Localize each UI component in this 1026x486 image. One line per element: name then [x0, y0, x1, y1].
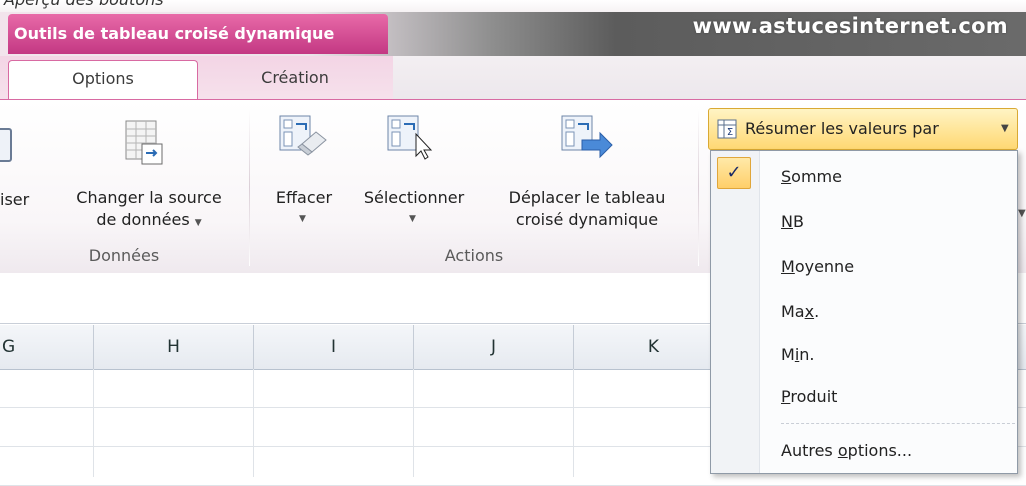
tab-options[interactable]: Options [8, 60, 198, 102]
column-header-i[interactable]: I [254, 325, 414, 369]
group-label-donnees: Données [88, 246, 160, 265]
move-pivot-label-line2: croisé dynamique [515, 210, 659, 229]
top-strip: Aperçu des boutons [0, 0, 1026, 12]
group-label-actions: Actions [444, 246, 504, 265]
menu-item-somme[interactable]: Somme [781, 167, 842, 186]
change-source-label-line2-text: de données [96, 210, 190, 229]
select-button[interactable]: Sélectionner ▼ [348, 108, 480, 240]
eraser-icon [279, 115, 327, 156]
menu-icon-gutter [711, 151, 760, 473]
select-button-label: Sélectionner [363, 188, 465, 207]
menu-item-min[interactable]: Min. [781, 345, 815, 364]
move-table-icon [561, 115, 613, 159]
sigma-table-icon: Σ [717, 119, 737, 139]
dropdown-arrow-icon: ▼ [299, 214, 306, 224]
top-text-fragment: Aperçu des boutons [4, 0, 164, 9]
menu-item-nb[interactable]: NB [781, 212, 804, 231]
summarize-values-label: Résumer les valeurs par [745, 119, 939, 138]
group-separator [698, 108, 699, 266]
grid-line [253, 369, 254, 477]
chevron-down-icon: ▼ [1001, 123, 1009, 134]
grid-line [573, 369, 574, 477]
summarize-values-menu: ✓ Somme NB Moyenne Max. Min. Produit Aut… [710, 150, 1018, 474]
grid-line [413, 369, 414, 477]
checkmark-icon: ✓ [717, 157, 751, 189]
website-watermark: www.astucesinternet.com [692, 14, 1008, 38]
dropdown-arrow-icon: ▼ [194, 218, 202, 228]
menu-separator [781, 423, 1015, 424]
svg-text:Σ: Σ [727, 127, 733, 138]
column-header-h[interactable]: H [94, 325, 254, 369]
change-source-label-line1: Changer la source [76, 188, 222, 207]
grid-line [93, 369, 94, 477]
move-pivot-button[interactable]: Déplacer le tableau croisé dynamique [484, 108, 690, 240]
change-source-icon [125, 120, 163, 165]
clear-button-label: Effacer [275, 188, 333, 207]
refresh-icon[interactable] [0, 128, 12, 162]
column-header-j[interactable]: J [414, 325, 574, 369]
change-source-label-line2: de données ▼ [52, 210, 246, 233]
summarize-values-button[interactable]: Σ Résumer les valeurs par ▼ [708, 108, 1018, 150]
gallery-more-icon[interactable]: ▼ [1018, 208, 1026, 219]
move-pivot-label-line1: Déplacer le tableau [508, 188, 666, 207]
column-header-g[interactable]: G [0, 325, 94, 369]
menu-item-produit[interactable]: Produit [781, 387, 837, 406]
clear-button[interactable]: Effacer ▼ [262, 108, 346, 240]
select-pointer-icon [387, 115, 433, 160]
group-separator [249, 108, 250, 266]
menu-item-moyenne[interactable]: Moyenne [781, 257, 854, 276]
refresh-button-label[interactable]: iser [0, 190, 29, 210]
change-source-button[interactable]: Changer la source de données ▼ [52, 108, 246, 240]
contextual-tab-label: Outils de tableau croisé dynamique [14, 24, 335, 43]
tab-row-background [393, 56, 1026, 100]
menu-item-more-options[interactable]: Autres options... [781, 441, 912, 460]
dropdown-arrow-icon: ▼ [409, 214, 416, 224]
menu-item-max[interactable]: Max. [781, 302, 819, 321]
tab-creation[interactable]: Création [200, 60, 390, 100]
